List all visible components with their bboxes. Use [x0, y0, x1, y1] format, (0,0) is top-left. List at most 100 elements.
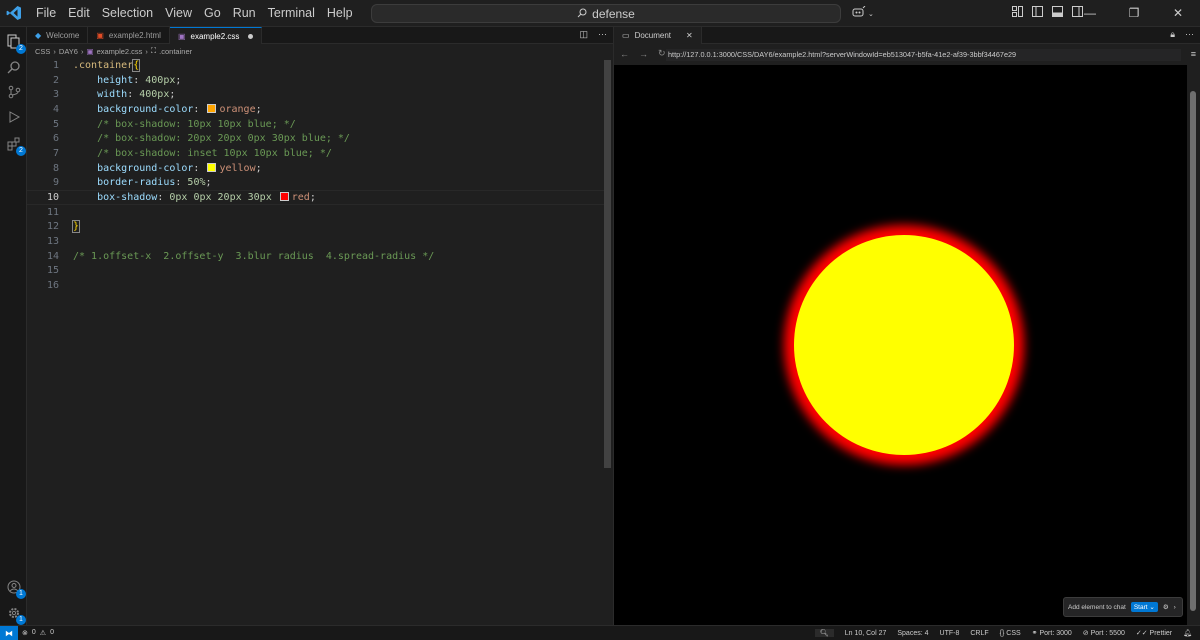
chat-label: Add element to chat: [1068, 603, 1126, 611]
code-line-current: 10 box-shadow: 0px 0px 20px 30px red;: [27, 190, 607, 205]
code-line: 5 /* box-shadow: 10px 10px blue; */: [27, 117, 607, 132]
menu-run[interactable]: Run: [227, 0, 262, 27]
color-swatch-yellow[interactable]: [207, 162, 217, 172]
browser-tabs: ▭ Document ✕ 🔒︎ ···: [614, 26, 1200, 44]
property: border-radius: [97, 177, 176, 189]
more-actions-icon[interactable]: ···: [598, 29, 607, 40]
cursor-position[interactable]: Ln 10, Col 27: [845, 630, 887, 637]
menu-terminal[interactable]: Terminal: [262, 0, 321, 27]
menu-edit[interactable]: Edit: [62, 0, 96, 27]
settings-badge: 1: [16, 615, 26, 625]
yellow-circle-container: [794, 235, 1014, 455]
line-number: 5: [52, 118, 59, 130]
search-view-icon[interactable]: [4, 57, 23, 76]
extensions-icon[interactable]: 2: [4, 134, 26, 156]
menu-file[interactable]: File: [30, 0, 62, 27]
source-control-icon[interactable]: [4, 82, 23, 101]
gear-icon[interactable]: ⚙: [1163, 603, 1169, 611]
value: 400px: [139, 89, 170, 101]
gear-icon[interactable]: 1: [4, 603, 26, 625]
line-number: 6: [52, 133, 59, 145]
tab-document[interactable]: ▭ Document ✕: [614, 26, 702, 44]
value: 0px 0px 20px 30px: [169, 192, 272, 204]
start-button[interactable]: Start ⌄: [1130, 602, 1158, 612]
editor-scrollbar[interactable]: [604, 60, 611, 468]
close-icon[interactable]: ✕: [686, 31, 693, 40]
page-viewport: [614, 65, 1187, 625]
tab-example2-html[interactable]: ▣ example2.html: [88, 27, 170, 44]
copilot-button[interactable]: ⌄: [852, 5, 874, 21]
accounts-icon[interactable]: 1: [4, 577, 26, 599]
error-icon: ⊗: [22, 630, 28, 637]
close-icon[interactable]: ✕: [1156, 0, 1200, 27]
language-mode[interactable]: {} CSS: [1000, 630, 1021, 637]
more-actions-icon[interactable]: ···: [1185, 29, 1194, 40]
restore-icon[interactable]: ❐: [1112, 0, 1156, 27]
warning-icon: ⚠: [39, 630, 47, 637]
property: height: [97, 74, 134, 86]
forward-arrow-icon[interactable]: →: [639, 49, 648, 59]
vscode-small-icon: ◆: [35, 31, 42, 40]
split-editor-icon[interactable]: ◫: [579, 29, 588, 40]
selector: .container: [73, 59, 134, 71]
prettier[interactable]: ✓✓ Prettier: [1136, 629, 1172, 637]
run-debug-icon[interactable]: [4, 107, 23, 126]
toggle-primary-sidebar-icon[interactable]: [1032, 6, 1043, 20]
chevron-right-icon[interactable]: ›: [1174, 604, 1176, 611]
breadcrumb-item[interactable]: .container: [159, 47, 192, 56]
value: orange: [219, 103, 256, 115]
indentation[interactable]: Spaces: 4: [897, 630, 928, 637]
line-number: 1: [52, 59, 59, 71]
breadcrumb-item[interactable]: DAY6: [59, 47, 78, 56]
lock-icon[interactable]: 🔒︎: [1170, 29, 1175, 40]
remote-icon[interactable]: ⧓: [0, 625, 18, 640]
customize-layout-icon[interactable]: [1012, 6, 1023, 20]
editor-tabs: ◆ Welcome ▣ example2.html ▣ example2.css…: [27, 27, 613, 44]
color-swatch-orange[interactable]: [207, 103, 217, 113]
notifications-icon[interactable]: 🔔︎: [1183, 629, 1192, 637]
command-center-search[interactable]: defense: [371, 4, 841, 23]
add-element-to-chat-bar: Add element to chat Start ⌄ ⚙ ›: [1063, 597, 1183, 617]
code-editor[interactable]: 1 .container{ 2 height: 400px; 3 width: 4…: [27, 58, 607, 293]
menu-bar: File Edit Selection View Go Run Terminal…: [30, 0, 359, 27]
explorer-icon[interactable]: 2: [4, 32, 26, 54]
extensions-badge: 2: [16, 146, 26, 156]
code-line: 14 /* 1.offset-x 2.offset-y 3.blur radius…: [27, 249, 607, 264]
code-line: 13: [27, 234, 607, 249]
menu-go[interactable]: Go: [198, 0, 227, 27]
menu-icon[interactable]: ≡: [1191, 49, 1196, 59]
code-line: 4 background-color: orange;: [27, 102, 607, 117]
line-number: 2: [52, 74, 59, 86]
port-5500[interactable]: ⊘ Port : 5500: [1083, 629, 1125, 637]
minimize-icon[interactable]: —: [1068, 0, 1112, 27]
reload-icon[interactable]: ↻: [658, 48, 666, 59]
color-swatch-red[interactable]: [279, 192, 289, 202]
title-bar: File Edit Selection View Go Run Terminal…: [0, 0, 1200, 27]
preview-scrollbar[interactable]: [1188, 65, 1198, 625]
back-arrow-icon[interactable]: ←: [620, 49, 629, 59]
line-ending[interactable]: CRLF: [970, 630, 988, 637]
line-number: 9: [52, 177, 59, 189]
menu-selection[interactable]: Selection: [96, 0, 159, 27]
tab-label: example2.html: [108, 31, 161, 40]
scroll-thumb[interactable]: [1190, 91, 1196, 611]
menu-help[interactable]: Help: [321, 0, 359, 27]
url-field[interactable]: http://127.0.0.1:3000/CSS/DAY6/example2.…: [666, 49, 1181, 61]
tab-welcome[interactable]: ◆ Welcome: [27, 27, 89, 44]
port-3000[interactable]: ⚭ Port: 3000: [1032, 629, 1072, 637]
zoom-search-icon[interactable]: 🔍︎: [814, 629, 834, 637]
menu-view[interactable]: View: [159, 0, 198, 27]
breadcrumb-item[interactable]: CSS: [35, 47, 50, 56]
copilot-icon: [852, 5, 866, 21]
explorer-badge: 2: [16, 44, 26, 54]
toggle-panel-icon[interactable]: [1052, 6, 1063, 20]
line-number: 14: [46, 250, 59, 262]
css-file-icon: ▣: [86, 46, 94, 56]
line-number: 8: [52, 162, 59, 174]
tab-example2-css[interactable]: ▣ example2.css: [169, 27, 263, 44]
encoding[interactable]: UTF-8: [940, 630, 960, 637]
problems-indicator[interactable]: ⊗ 0 ⚠ 0: [22, 629, 54, 637]
line-number: 3: [52, 89, 59, 101]
unsaved-dot-icon[interactable]: [248, 33, 254, 39]
breadcrumb-item[interactable]: example2.css: [97, 47, 143, 56]
